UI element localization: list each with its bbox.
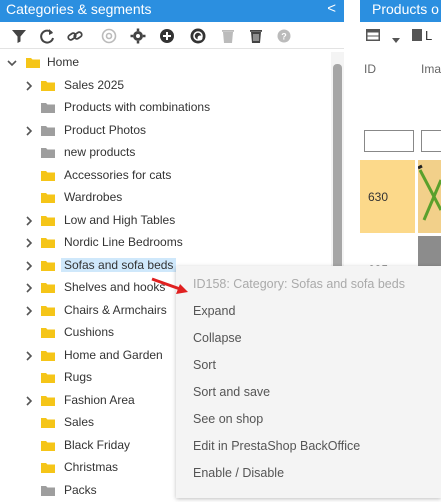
products-panel-header: Products o xyxy=(360,0,441,22)
folder-icon xyxy=(41,102,55,113)
tree-item-label: Chairs & Armchairs xyxy=(64,302,167,317)
menu-item-see-on-shop[interactable]: See on shop xyxy=(193,412,263,426)
folder-icon xyxy=(41,215,55,226)
refresh-icon[interactable] xyxy=(38,27,56,45)
folder-icon xyxy=(41,372,55,383)
tree-item-label: Christmas xyxy=(64,460,119,474)
tree-item[interactable]: Sales 2025 xyxy=(0,75,330,97)
tree-item-label: Products with combinations xyxy=(64,100,211,114)
folder-icon xyxy=(41,125,55,136)
menu-item-sort[interactable]: Sort xyxy=(193,358,216,372)
menu-item-sort-and-save[interactable]: Sort and save xyxy=(193,385,270,399)
red-arrow-icon xyxy=(151,277,188,294)
chevron-right-icon[interactable] xyxy=(23,215,35,227)
menu-item-expand[interactable]: Expand xyxy=(193,304,235,318)
tree-item-label: Cushions xyxy=(64,325,115,339)
folder-icon xyxy=(41,350,55,361)
id-filter-input[interactable] xyxy=(364,130,414,152)
link-icon[interactable] xyxy=(66,27,84,45)
chevron-right-icon[interactable] xyxy=(23,80,35,92)
tree-item-label: Home xyxy=(47,55,80,69)
tree-item-home[interactable]: Home xyxy=(0,52,330,74)
products-toolbar-label: L xyxy=(425,28,433,43)
folder-icon xyxy=(41,395,55,406)
tree-item[interactable]: Nordic Line Bedrooms xyxy=(0,232,330,254)
chevron-right-icon[interactable] xyxy=(23,350,35,362)
chevron-right-icon[interactable] xyxy=(23,237,35,249)
context-menu: ID158: Category: Sofas and sofa beds Exp… xyxy=(176,266,441,498)
folder-icon xyxy=(41,260,55,271)
tree-item[interactable]: Products with combinations xyxy=(0,97,330,119)
folder-icon xyxy=(41,192,55,203)
svg-text:?: ? xyxy=(281,32,287,42)
categories-panel-header: Categories & segments < xyxy=(0,0,344,22)
tree-item-label: Home and Garden xyxy=(64,347,163,362)
tree-item[interactable]: Low and High Tables xyxy=(0,210,330,232)
folder-icon xyxy=(41,147,55,158)
products-panel-title: Products o xyxy=(372,1,439,17)
tree-item[interactable]: Accessories for cats xyxy=(0,165,330,187)
tree-item[interactable]: Product Photos xyxy=(0,120,330,142)
chevron-right-icon[interactable] xyxy=(23,395,35,407)
tree-item[interactable]: new products xyxy=(0,142,330,164)
context-menu-info: ID158: Category: Sofas and sofa beds xyxy=(193,277,405,291)
column-header-image[interactable]: Ima xyxy=(421,62,441,76)
tree-item-label: Fashion Area xyxy=(64,392,135,407)
tree-item-label: Nordic Line Bedrooms xyxy=(64,235,183,249)
at-sign-icon[interactable] xyxy=(100,27,118,45)
help-icon[interactable]: ? xyxy=(275,27,293,45)
image-filter-input[interactable] xyxy=(421,130,441,152)
tree-item-label: Accessories for cats xyxy=(64,167,172,182)
gear-icon[interactable] xyxy=(129,27,147,45)
folder-icon xyxy=(41,305,55,316)
folder-icon xyxy=(41,80,55,91)
tree-item-label: Packs xyxy=(64,482,97,497)
folder-icon xyxy=(41,462,55,473)
tree-item-label: Sales xyxy=(64,415,95,429)
plus-circle-icon[interactable] xyxy=(158,27,176,45)
chevron-down-icon[interactable] xyxy=(392,32,400,46)
folder-icon xyxy=(41,170,55,181)
column-header-id[interactable]: ID xyxy=(364,62,376,76)
folder-icon xyxy=(26,57,40,68)
menu-item-collapse[interactable]: Collapse xyxy=(193,331,242,345)
filter-icon[interactable] xyxy=(10,27,28,45)
trash-solid-icon[interactable] xyxy=(247,27,265,45)
tree-item-label: new products xyxy=(64,145,136,159)
sync-circle-icon[interactable] xyxy=(189,27,207,45)
tree-item-label: Sofas and sofa beds xyxy=(61,257,177,272)
document-icon[interactable] xyxy=(412,29,422,41)
folder-icon xyxy=(41,327,55,338)
folder-icon xyxy=(41,237,55,248)
folder-icon xyxy=(41,440,55,451)
trash-icon[interactable] xyxy=(219,27,237,45)
menu-item-enable-disable[interactable]: Enable / Disable xyxy=(193,466,284,480)
tree-item[interactable]: Wardrobes xyxy=(0,187,330,209)
chevron-right-icon[interactable] xyxy=(23,282,35,294)
chevron-right-icon[interactable] xyxy=(23,125,35,137)
categories-toolbar: ? xyxy=(0,24,344,49)
menu-item-edit-in-backoffice[interactable]: Edit in PrestaShop BackOffice xyxy=(193,439,360,453)
tree-item-label: Product Photos xyxy=(64,122,147,137)
chevron-down-icon[interactable] xyxy=(6,57,18,69)
products-toolbar: L xyxy=(360,24,441,48)
tree-item-label: Low and High Tables xyxy=(64,212,176,227)
collapse-panel-button[interactable]: < xyxy=(327,0,336,18)
folder-icon xyxy=(41,485,55,496)
folder-icon xyxy=(41,282,55,293)
chevron-right-icon[interactable] xyxy=(23,305,35,317)
tree-item-label: Rugs xyxy=(64,370,93,384)
categories-panel-title: Categories & segments xyxy=(6,1,152,17)
chevron-right-icon[interactable] xyxy=(23,260,35,272)
tree-item-label: Sales 2025 xyxy=(64,77,125,92)
tree-item-label: Wardrobes xyxy=(64,190,123,204)
row-id-cell: 630 xyxy=(368,190,389,204)
folder-icon xyxy=(41,417,55,428)
tree-item-label: Black Friday xyxy=(64,437,131,452)
table-icon[interactable] xyxy=(366,29,380,41)
product-thumbnail xyxy=(418,160,441,233)
